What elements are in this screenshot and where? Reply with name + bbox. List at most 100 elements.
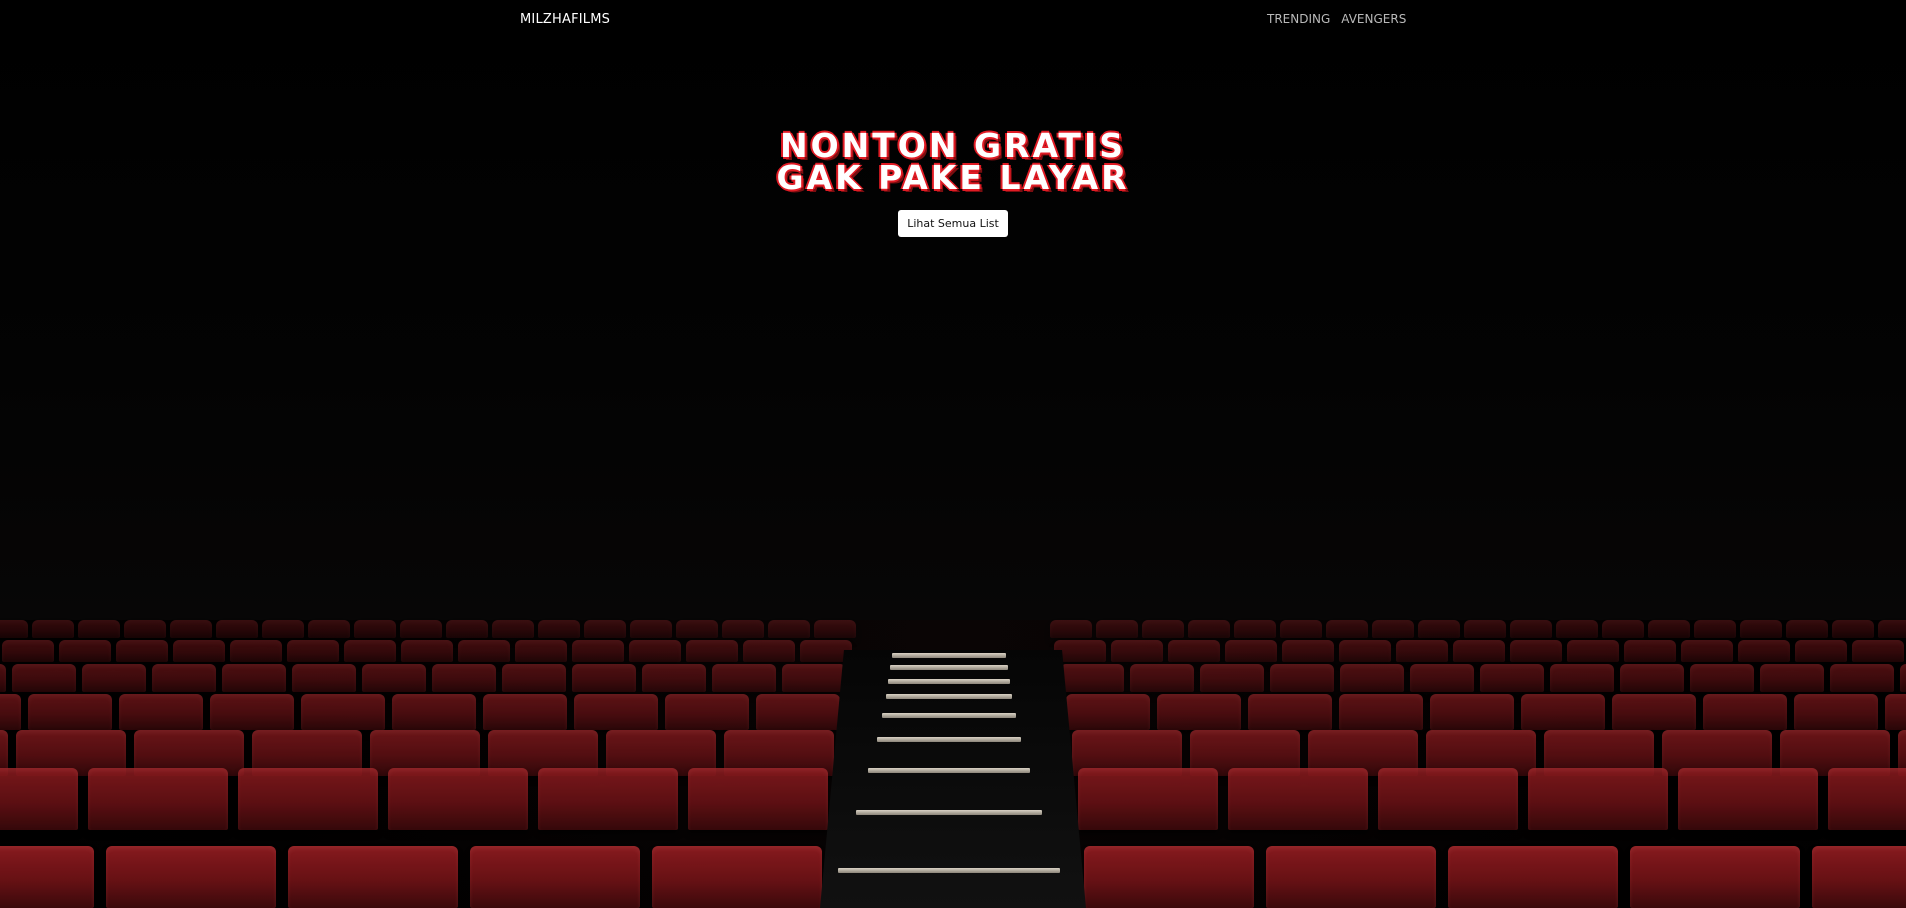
seat bbox=[1078, 768, 1218, 830]
seat bbox=[78, 620, 120, 638]
seat bbox=[722, 620, 764, 638]
seat bbox=[1620, 664, 1684, 692]
seat bbox=[0, 620, 28, 638]
seat bbox=[572, 640, 624, 662]
seat bbox=[642, 664, 706, 692]
seat bbox=[1430, 694, 1514, 730]
seat bbox=[572, 664, 636, 692]
seat bbox=[688, 768, 828, 830]
seat bbox=[222, 664, 286, 692]
seat bbox=[173, 640, 225, 662]
seat bbox=[1690, 664, 1754, 692]
seat bbox=[538, 768, 678, 830]
seat bbox=[0, 846, 94, 908]
seat bbox=[1280, 620, 1322, 638]
seat bbox=[1453, 640, 1505, 662]
seat bbox=[1828, 768, 1906, 830]
nav-links: TRENDING AVENGERS bbox=[1267, 12, 1406, 26]
seat bbox=[1480, 664, 1544, 692]
seat bbox=[308, 620, 350, 638]
seat bbox=[1832, 620, 1874, 638]
seat bbox=[665, 694, 749, 730]
hero: NONTON GRATIS GAK PAKE LAYAR Lihat Semua… bbox=[0, 129, 1906, 237]
seat bbox=[1266, 846, 1436, 908]
seat bbox=[712, 664, 776, 692]
seat bbox=[1786, 620, 1828, 638]
seat bbox=[1066, 694, 1150, 730]
navbar: MILZHAFILMS TRENDING AVENGERS bbox=[0, 0, 1906, 38]
seat bbox=[1130, 664, 1194, 692]
seat bbox=[1528, 768, 1668, 830]
seat bbox=[652, 846, 822, 908]
seat bbox=[1648, 620, 1690, 638]
seat bbox=[88, 768, 228, 830]
seat bbox=[1794, 694, 1878, 730]
seat bbox=[262, 620, 304, 638]
seat bbox=[432, 664, 496, 692]
brand-logo[interactable]: MILZHAFILMS bbox=[520, 12, 610, 27]
seat bbox=[1142, 620, 1184, 638]
nav-link-trending[interactable]: TRENDING bbox=[1267, 12, 1330, 26]
seat bbox=[1878, 620, 1906, 638]
seat bbox=[1602, 620, 1644, 638]
nav-link-avengers[interactable]: AVENGERS bbox=[1341, 12, 1406, 26]
seat bbox=[1464, 620, 1506, 638]
seat bbox=[0, 768, 78, 830]
seat bbox=[743, 640, 795, 662]
seat bbox=[1084, 846, 1254, 908]
seat bbox=[629, 640, 681, 662]
seat bbox=[116, 640, 168, 662]
seat bbox=[1050, 620, 1092, 638]
seat bbox=[584, 620, 626, 638]
seat bbox=[676, 620, 718, 638]
seat bbox=[483, 694, 567, 730]
seat bbox=[1396, 640, 1448, 662]
seat bbox=[1852, 640, 1904, 662]
seat bbox=[1521, 694, 1605, 730]
seat bbox=[630, 620, 672, 638]
seat bbox=[210, 694, 294, 730]
seat bbox=[1900, 664, 1906, 692]
seat bbox=[1812, 846, 1906, 908]
seat-row bbox=[0, 768, 1906, 830]
seat bbox=[12, 664, 76, 692]
seat bbox=[59, 640, 111, 662]
seat bbox=[1157, 694, 1241, 730]
seat bbox=[1326, 620, 1368, 638]
seat bbox=[1830, 664, 1894, 692]
seat bbox=[1228, 768, 1368, 830]
seat bbox=[1738, 640, 1790, 662]
seat bbox=[1418, 620, 1460, 638]
seat bbox=[1111, 640, 1163, 662]
hero-title-line-2: GAK PAKE LAYAR bbox=[776, 158, 1130, 197]
seat bbox=[152, 664, 216, 692]
seat bbox=[354, 620, 396, 638]
seat bbox=[1225, 640, 1277, 662]
see-all-list-button[interactable]: Lihat Semua List bbox=[898, 210, 1008, 237]
seat bbox=[301, 694, 385, 730]
seat bbox=[1510, 640, 1562, 662]
seat bbox=[238, 768, 378, 830]
seat bbox=[288, 846, 458, 908]
seat bbox=[1168, 640, 1220, 662]
seat bbox=[768, 620, 810, 638]
seat bbox=[1448, 846, 1618, 908]
seat bbox=[388, 768, 528, 830]
seat-row bbox=[0, 846, 1906, 908]
seat bbox=[32, 620, 74, 638]
seat bbox=[82, 664, 146, 692]
seat bbox=[1694, 620, 1736, 638]
seat bbox=[106, 846, 276, 908]
seat bbox=[1681, 640, 1733, 662]
seat bbox=[1270, 664, 1334, 692]
seat bbox=[574, 694, 658, 730]
seat bbox=[800, 640, 852, 662]
seat bbox=[1567, 640, 1619, 662]
seat bbox=[1060, 664, 1124, 692]
seat bbox=[446, 620, 488, 638]
seat bbox=[502, 664, 566, 692]
seat bbox=[0, 694, 21, 730]
seat bbox=[1248, 694, 1332, 730]
seat bbox=[1760, 664, 1824, 692]
seat bbox=[119, 694, 203, 730]
